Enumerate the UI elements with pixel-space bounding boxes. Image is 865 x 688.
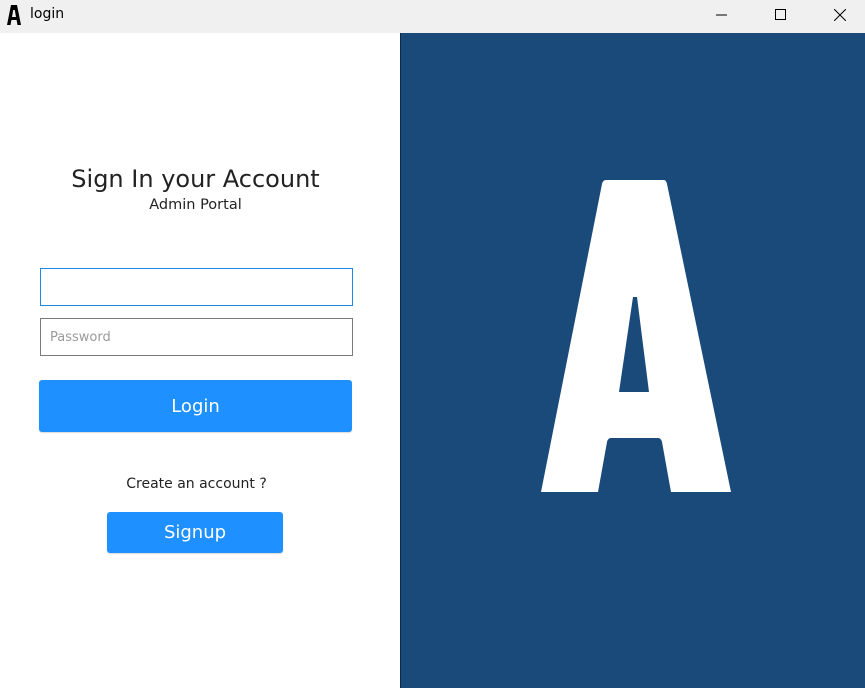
close-button[interactable] xyxy=(811,0,865,30)
brand-panel xyxy=(401,33,865,688)
maximize-icon xyxy=(775,9,786,20)
title-bar[interactable]: login xyxy=(0,0,865,33)
window-title: login xyxy=(30,6,65,22)
signup-button[interactable]: Signup xyxy=(107,512,283,553)
minimize-icon xyxy=(716,14,727,16)
app-logo-icon xyxy=(7,5,21,25)
login-window: login Sign In your Account Admin Portal … xyxy=(0,0,865,688)
username-field[interactable] xyxy=(40,268,353,306)
create-account-prompt: Create an account ? xyxy=(126,476,267,492)
minimize-button[interactable] xyxy=(693,0,751,30)
letter-a-logo-icon xyxy=(541,180,731,492)
close-icon xyxy=(834,9,846,21)
maximize-button[interactable] xyxy=(752,0,810,30)
password-field[interactable] xyxy=(40,318,353,356)
page-title: Sign In your Account xyxy=(71,165,320,193)
login-panel: Sign In your Account Admin Portal Login … xyxy=(0,33,400,688)
page-subtitle: Admin Portal xyxy=(149,197,242,213)
login-button[interactable]: Login xyxy=(39,380,352,432)
